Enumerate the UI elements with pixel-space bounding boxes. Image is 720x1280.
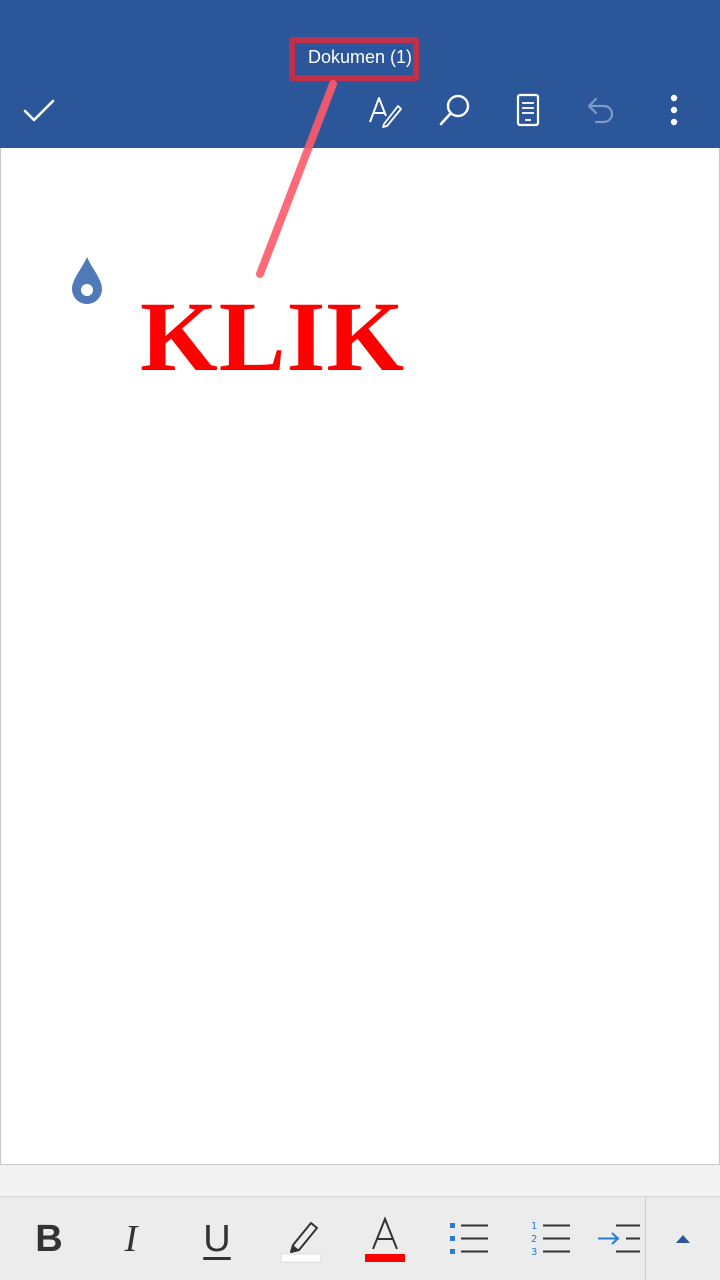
format-toolbar: B I U 1 2 3 [0,1196,720,1280]
toolbar-divider [645,1197,646,1280]
svg-text:2: 2 [531,1234,537,1245]
numbered-list-icon: 1 2 3 [531,1221,570,1258]
highlight-button[interactable] [266,1207,336,1271]
italic-label: I [124,1218,138,1260]
cursor-handle-icon[interactable] [69,255,105,307]
svg-text:3: 3 [531,1247,537,1258]
highlighter-icon [280,1222,322,1263]
font-color-icon [365,1216,405,1262]
bullet-list-icon [450,1223,488,1254]
mobile-view-icon [516,93,540,127]
undo-icon [587,97,614,124]
search-button[interactable] [429,84,481,136]
more-vertical-icon [670,94,678,126]
app-bar: Dokumen (1) [0,0,720,148]
indent-button[interactable] [596,1207,646,1271]
expand-toolbar-button[interactable] [648,1207,718,1271]
underline-label: U [203,1218,231,1260]
mobile-view-button[interactable] [502,84,554,136]
font-color-button[interactable] [350,1207,420,1271]
checkmark-icon [23,99,55,122]
more-options-button[interactable] [648,84,700,136]
bullets-button[interactable] [434,1207,504,1271]
annotation-highlight-box [289,37,419,81]
italic-button[interactable]: I [96,1207,166,1271]
bold-button[interactable]: B [14,1207,84,1271]
svg-text:1: 1 [531,1221,537,1232]
increase-indent-icon [598,1224,640,1253]
bold-label: B [35,1218,63,1260]
underline-button[interactable]: U [182,1207,252,1271]
numbering-button[interactable]: 1 2 3 [516,1207,586,1271]
search-icon [439,94,470,126]
undo-button[interactable] [574,84,626,136]
pen-draw-icon [369,97,402,128]
done-button[interactable] [13,84,65,136]
caret-up-icon [676,1235,690,1243]
annotation-klik-label: KLIK [140,281,406,392]
draw-button[interactable] [358,84,410,136]
